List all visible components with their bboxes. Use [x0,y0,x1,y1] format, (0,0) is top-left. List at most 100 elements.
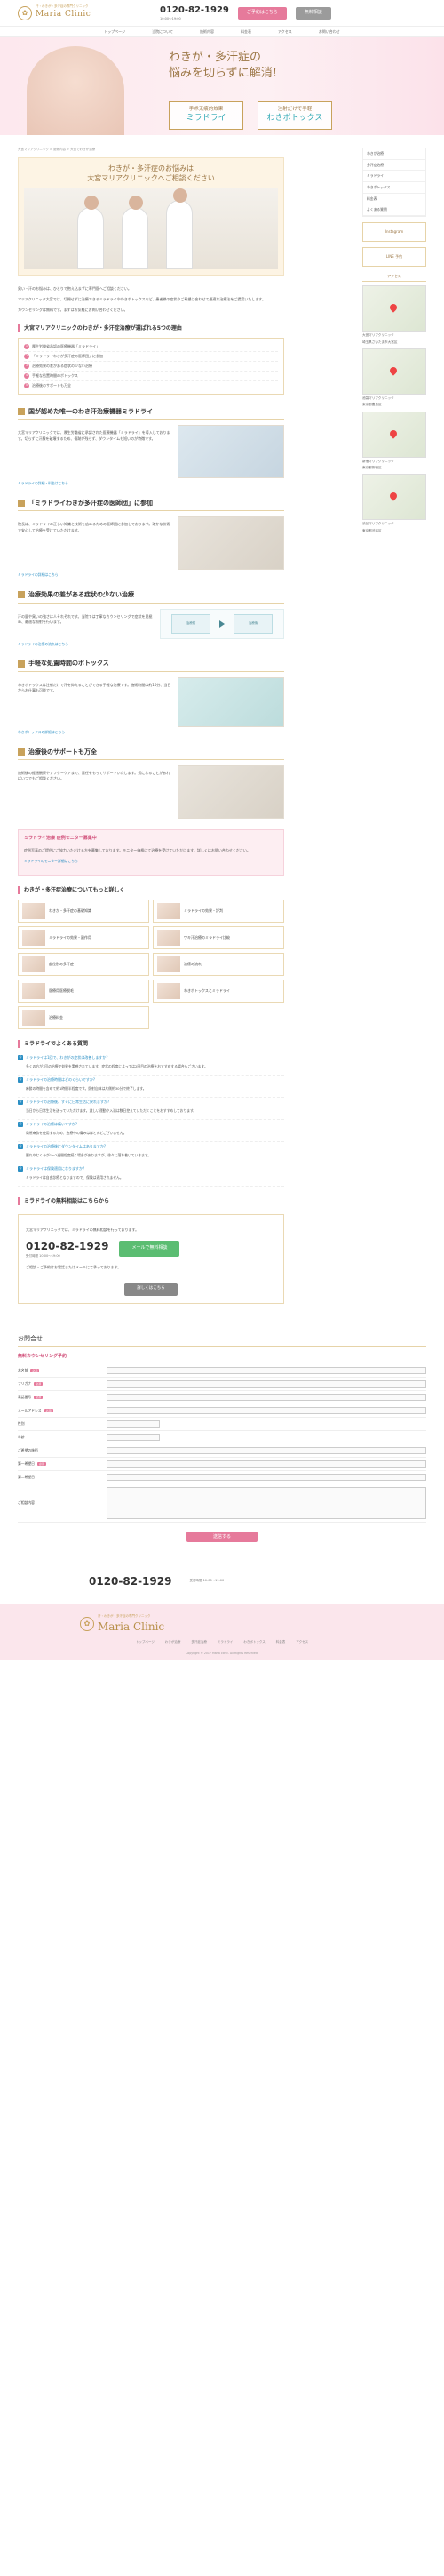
monitor-link[interactable]: ミラドライのモニター詳細はこちら [24,859,278,864]
section-body: わきボトックスは注射だけで汗を抑えることができる手軽な治療です。施術時間は約10… [18,676,284,727]
footer-logo[interactable]: ✿ 汗・わきが・多汗症の専門クリニック Maria Clinic [18,1614,426,1635]
bottom-phone[interactable]: 0120-82-1929 [89,1573,171,1589]
hero-card-miradry[interactable]: 手术无痕的效果 ミラドライ [169,101,243,130]
branch-name: 池袋マリアクリニック [362,396,394,400]
age-field[interactable] [107,1433,160,1441]
gnav-item[interactable]: 施術内容 [200,29,214,35]
faq-question[interactable]: Q ミラドライは1回で、わきがの症状は改善しますか? [18,1053,284,1062]
first-date-field[interactable] [107,1460,426,1468]
gnav-item[interactable]: お問い合わせ [319,29,340,35]
faq-question[interactable]: Q ミラドライの治療後、すぐに日常生活に戻れますか? [18,1098,284,1107]
sidebar-item[interactable]: わきボトックス [363,182,425,194]
faq-answer: 当日から日常生活を送っていただけます。激しい運動や入浴は数日控えていただくことを… [18,1107,284,1120]
reason-item[interactable]: 3 治療効果の差がある症状の少ない治療 [24,362,278,372]
mail-consult-button[interactable]: メールで無料相談 [119,1241,180,1257]
footer-link[interactable]: わきボトックス [243,1640,265,1644]
contact-lead: 大宮マリアクリニックでは、ミラドライの無料相談を行っております。 [26,1228,139,1232]
treatment-thumbnail [22,1009,45,1026]
gnav-item[interactable]: トップページ [104,29,125,35]
reason-item[interactable]: 5 治療後のサポートも万全 [24,381,278,390]
faq-question[interactable]: Q ミラドライの治療時間はどのくらいですか? [18,1076,284,1084]
sidebar-item[interactable]: 料金表 [363,194,425,205]
gnav-item[interactable]: アクセス [278,29,292,35]
reason-label: 「ミラドライわきが多汗症の医師団」に参加 [32,353,103,358]
section-body: 汗の量や臭いの強さは人それぞれです。当院では丁寧なカウンセリングで症状を見極め、… [18,608,284,639]
sidebar-item[interactable]: わきが治療 [363,148,425,160]
page: ✿ 汗・わきが・多汗症の専門クリニック Maria Clinic 0120-82… [0,0,444,1660]
reason-item[interactable]: 2 「ミラドライわきが多汗症の医師団」に参加 [24,352,278,362]
furigana-field[interactable] [107,1380,426,1388]
map-omiya[interactable] [362,285,426,332]
intro-title-line2: 大宮マリアクリニックへご相談ください [87,174,215,183]
second-date-field[interactable] [107,1473,426,1481]
footer-link[interactable]: 多汗症治療 [191,1640,207,1644]
contact-phone[interactable]: 0120-82-1929 [26,1238,108,1254]
section-link[interactable]: ミラドライの詳細・料金はこちら [18,481,284,486]
map-shibuya[interactable] [362,474,426,521]
name-field[interactable] [107,1366,426,1374]
phone-field[interactable] [107,1393,426,1401]
reserve-button[interactable]: ご予約はこちら [237,6,287,20]
logo[interactable]: ✿ 汗・わきが・多汗症の専門クリニック Maria Clinic [18,4,124,21]
message-textarea[interactable] [107,1486,426,1519]
footer-link[interactable]: 料金表 [276,1640,286,1644]
footer-link[interactable]: ミラドライ [218,1640,234,1644]
breadcrumb[interactable]: 大宮マリアクリニック > 施術内容 > 大宮でわきが治療 [18,148,284,152]
staff-figure [122,195,148,269]
treatment-card[interactable]: ミラドライの効果・副作用 [18,925,149,949]
intro-title: わきが・多汗症のお悩みは 大宮マリアクリニックへご相談ください [24,164,278,183]
treatment-thumbnail [22,956,45,972]
staff-photo [24,187,278,269]
gnav-item[interactable]: 料金表 [241,29,251,35]
field-label: 第一希望日 [18,1460,35,1466]
field-label: 第二希望日 [18,1474,35,1479]
consult-button[interactable]: 無料相談 [295,6,331,20]
treatment-card[interactable]: 部位別の多汗症 [18,952,149,976]
required-badge: 必須 [34,1381,44,1387]
copyright: Copyright © 2017 Maria clinic. All Right… [186,1652,258,1656]
hero-card-botox[interactable]: 注射だけで手軽 わきボトックス [258,101,332,130]
treatment-select[interactable] [107,1446,426,1454]
faq-question[interactable]: Q ミラドライの治療は痛いですか? [18,1120,284,1129]
treatment-card[interactable]: わきが・多汗症の基礎知識 [18,899,149,923]
treatment-card[interactable]: わきボトックスとミラドライ [153,979,284,1003]
section-link[interactable]: わきボトックスの詳細はこちら [18,730,284,735]
form-row: お名前 必須 [18,1364,426,1378]
reason-item[interactable]: 1 厚生労働省承認の医療機器「ミラドライ」 [24,342,278,352]
form-title: お問合せ [18,1334,426,1348]
treatment-card[interactable]: 治療料金 [18,1005,149,1029]
treatment-card[interactable]: 治療の流れ [153,952,284,976]
gnav-item[interactable]: 当院について [152,29,173,35]
treatment-card[interactable]: ミラドライの効果・評判 [153,899,284,923]
instagram-banner[interactable]: Instagram [362,222,426,243]
sidebar-item[interactable]: ミラドライ [363,171,425,183]
section-link[interactable]: ミラドライの詳細はこちら [18,572,284,578]
section-link[interactable]: ミラドライの治療の流れはこちら [18,642,284,647]
footer-links: トップページ わきが治療 多汗症治療 ミラドライ わきボトックス 料金表 アクセ… [18,1640,426,1644]
faq-question[interactable]: Q ミラドライは保険適用になりますか? [18,1164,284,1173]
treatment-card[interactable]: ワキ汗治療のミラドライ比較 [153,925,284,949]
treatment-card[interactable]: 医療用医療脱毛 [18,979,149,1003]
footer-link[interactable]: アクセス [296,1640,308,1644]
footer-link[interactable]: トップページ [136,1640,155,1644]
sidebar-item[interactable]: よくある質問 [363,204,425,217]
intro-box: わきが・多汗症のお悩みは 大宮マリアクリニックへご相談ください [18,157,284,276]
treatment-label: わきボトックスとミラドライ [184,988,230,993]
sidebar-item[interactable]: 多汗症治療 [363,160,425,172]
gender-select[interactable] [107,1420,160,1428]
more-info-button[interactable]: 詳しくはこちら [124,1283,178,1296]
treatment-label: 治療の流れ [184,961,202,966]
phone-number[interactable]: 0120-82-1929 [160,4,229,17]
bullet-square-icon [18,660,25,668]
email-field[interactable] [107,1406,426,1414]
map-shinjuku[interactable] [362,411,426,458]
faq-question[interactable]: Q ミラドライの治療後にダウンタイムはありますか? [18,1142,284,1151]
reason-label: 手軽な処置時間のボトックス [32,372,78,378]
submit-button[interactable]: 送信する [186,1531,258,1542]
map-ikebukuro[interactable] [362,348,426,395]
line-banner[interactable]: LINE 予約 [362,247,426,268]
footer-link[interactable]: わきが治療 [165,1640,181,1644]
global-nav: トップページ 当院について 施術内容 料金表 アクセス お問い合わせ [0,27,444,37]
reason-item[interactable]: 4 手軽な処置時間のボトックス [24,372,278,381]
header-phone[interactable]: 0120-82-1929 10:00〜19:00 [160,4,229,21]
